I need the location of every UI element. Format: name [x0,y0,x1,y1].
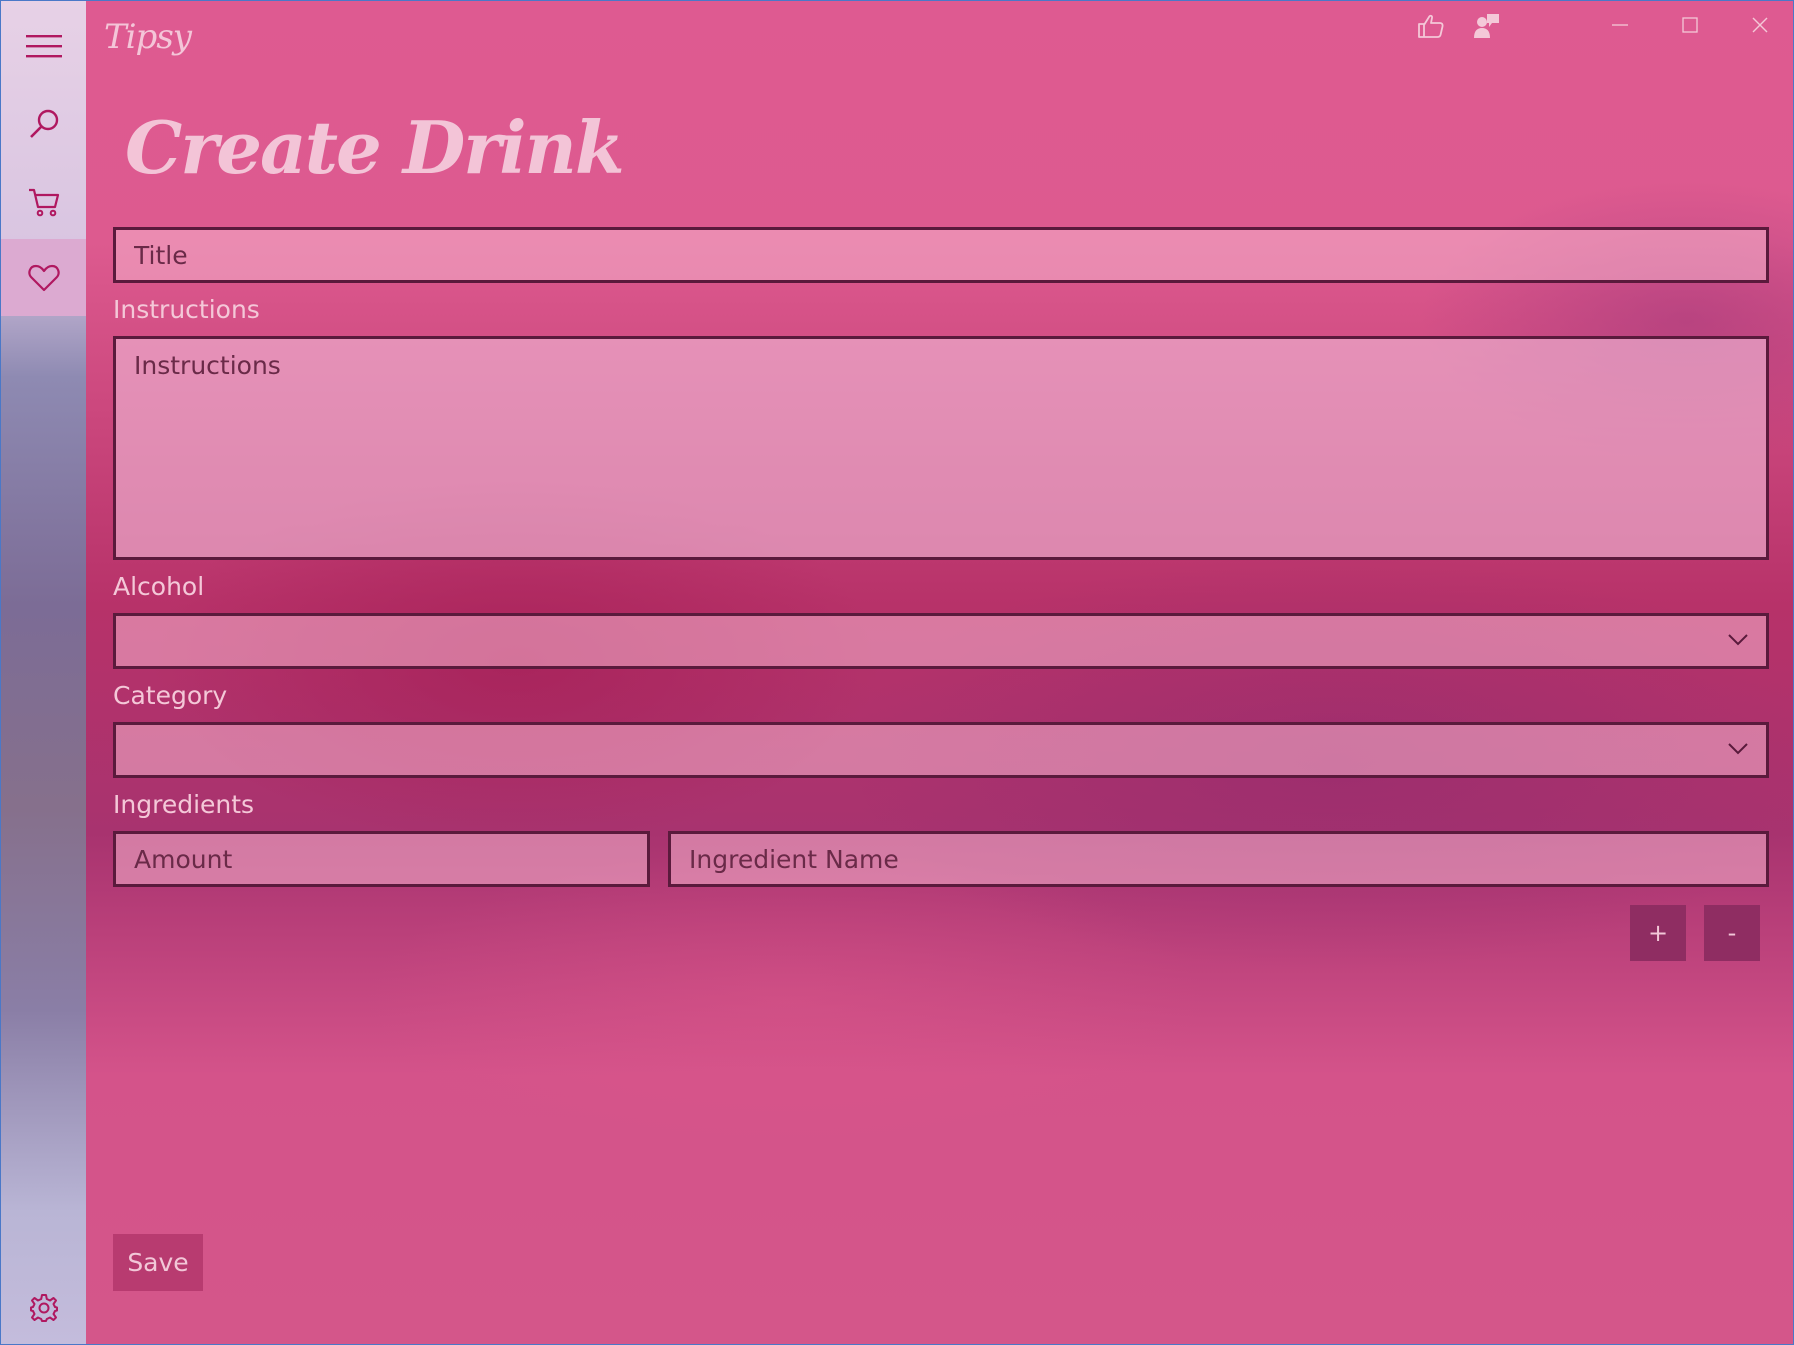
sidebar [1,1,86,1344]
minimize-icon [1612,24,1628,26]
feedback-button[interactable] [1469,11,1505,41]
ingredients-label: Ingredients [113,790,255,819]
thumbs-up-icon [1418,14,1444,38]
add-ingredient-button[interactable]: + [1630,905,1686,961]
like-button[interactable] [1413,11,1449,41]
alcohol-select[interactable] [113,613,1769,669]
sidebar-item-settings[interactable] [1,1269,86,1344]
instructions-textarea[interactable] [116,339,1766,557]
feedback-icon [1474,14,1499,38]
chevron-down-icon [1728,743,1748,755]
amount-field-box [113,831,650,887]
title-field-box [113,227,1769,283]
instructions-label: Instructions [113,295,260,324]
instructions-field-box [113,336,1769,560]
hamburger-menu-button[interactable] [1,7,86,84]
sidebar-item-favorites[interactable] [1,239,86,316]
heart-icon [27,264,60,291]
page-title: Create Drink [125,105,625,190]
remove-ingredient-button[interactable]: - [1704,905,1760,961]
category-select[interactable] [113,722,1769,778]
amount-input[interactable] [116,834,647,884]
app-window: Tipsy Create Drink Instructi [0,0,1794,1345]
sidebar-item-cart[interactable] [1,163,86,240]
title-input[interactable] [116,230,1766,280]
background [86,1,1793,1344]
hamburger-icon [25,34,62,57]
close-button[interactable] [1725,1,1793,49]
save-button[interactable]: Save [113,1234,203,1291]
search-icon [29,109,58,138]
sidebar-item-search[interactable] [1,85,86,162]
ingredient-name-input[interactable] [671,834,1766,884]
minimize-button[interactable] [1585,1,1655,49]
maximize-button[interactable] [1655,1,1725,49]
ingredient-name-field-box [668,831,1769,887]
cart-icon [28,188,59,216]
app-title: Tipsy [104,17,192,57]
category-label: Category [113,681,228,710]
chevron-down-icon [1728,634,1748,646]
close-icon [1752,17,1768,33]
maximize-icon [1682,17,1698,33]
gear-icon [29,1293,58,1322]
alcohol-label: Alcohol [113,572,205,601]
